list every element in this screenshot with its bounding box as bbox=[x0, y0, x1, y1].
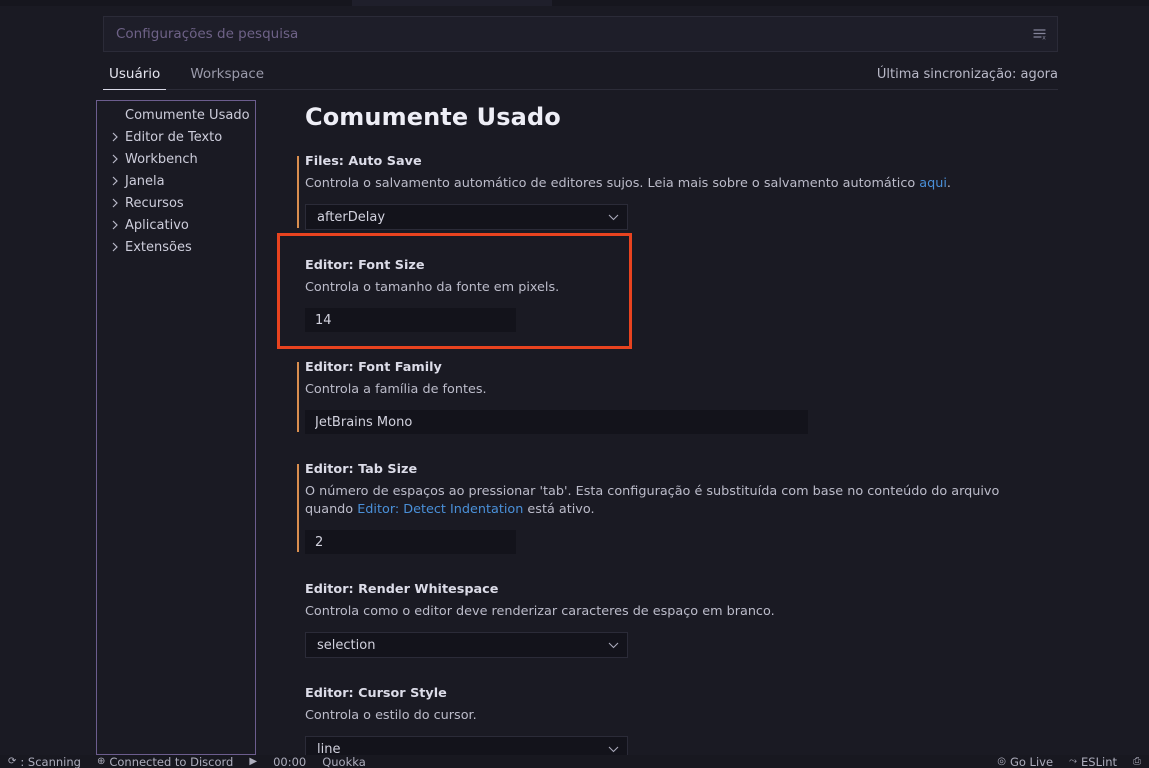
chevron-down-icon bbox=[608, 746, 619, 752]
toc-item-label: Janela bbox=[125, 173, 165, 189]
setting-title: Files: Auto Save bbox=[305, 154, 422, 169]
setting-editor-cursor-style: Editor: Cursor Style Controla o estilo d… bbox=[297, 686, 1057, 756]
status-item-label: 00:00 bbox=[273, 755, 307, 768]
bell-icon: ⎙ bbox=[1133, 755, 1141, 767]
sync-icon: ⟳ bbox=[8, 755, 17, 767]
font-family-input[interactable] bbox=[305, 410, 808, 434]
setting-title: Editor: Tab Size bbox=[305, 462, 418, 477]
setting-title: Editor: Font Family bbox=[305, 360, 442, 375]
toc-item-label: Extensões bbox=[125, 239, 192, 255]
modified-accent-bar bbox=[297, 362, 299, 432]
setting-description: O número de espaços ao pressionar 'tab'.… bbox=[305, 483, 1027, 519]
tab-workspace[interactable]: Workspace bbox=[184, 66, 270, 89]
toc-item-label: Recursos bbox=[125, 195, 184, 211]
settings-scope-tabs: Usuário Workspace Última sincronização: … bbox=[103, 58, 1058, 90]
chevron-down-icon bbox=[608, 214, 619, 220]
setting-description-tail: . bbox=[946, 176, 951, 191]
chevron-right-icon[interactable] bbox=[107, 173, 123, 189]
setting-description: Controla o tamanho da fonte em pixels. bbox=[305, 280, 560, 295]
status-item-label: Go Live bbox=[1009, 755, 1054, 768]
settings-list: Comumente Usado Files: Auto Save Control… bbox=[276, 94, 1066, 756]
setting-editor-tab-size: Editor: Tab Size O número de espaços ao … bbox=[297, 462, 1057, 554]
tab-size-input[interactable] bbox=[305, 530, 516, 554]
setting-editor-font-size: Editor: Font Size Controla o tamanho da … bbox=[297, 258, 1057, 332]
status-item-timer[interactable]: 00:00 bbox=[265, 755, 314, 768]
globe-icon: ⊕ bbox=[96, 755, 106, 767]
tab-usuario[interactable]: Usuário bbox=[103, 66, 167, 90]
chevron-right-icon[interactable] bbox=[107, 129, 123, 145]
setting-description-link[interactable]: aqui bbox=[919, 176, 947, 191]
toc-item-janela[interactable]: Janela bbox=[97, 170, 255, 192]
render-whitespace-dropdown[interactable]: selection bbox=[305, 632, 628, 658]
toc-item-comumente-usado[interactable]: Comumente Usado bbox=[97, 104, 255, 126]
eslint-icon: ⤳ bbox=[1069, 755, 1078, 767]
toc-item-workbench[interactable]: Workbench bbox=[97, 148, 255, 170]
settings-toc: Comumente Usado Editor de Texto Workbenc… bbox=[96, 100, 256, 755]
search-settings-box[interactable]: x bbox=[103, 16, 1058, 52]
chevron-right-icon[interactable] bbox=[107, 239, 123, 255]
status-item-scanning[interactable]: ⟳ : Scanning bbox=[0, 755, 89, 768]
status-bar: ⟳ : Scanning ⊕ Connected to Discord ▶ 00… bbox=[0, 755, 1149, 768]
status-item-notifications[interactable]: ⎙ bbox=[1125, 755, 1149, 767]
setting-description: Controla a família de fontes. bbox=[305, 382, 487, 397]
status-item-label: : Scanning bbox=[20, 755, 81, 768]
toc-item-extensoes[interactable]: Extensões bbox=[97, 236, 255, 258]
status-item-label: Connected to Discord bbox=[109, 755, 234, 768]
setting-editor-render-whitespace: Editor: Render Whitespace Controla como … bbox=[297, 582, 1057, 658]
setting-title: Editor: Cursor Style bbox=[305, 686, 447, 701]
settings-header: x Usuário Workspace Última sincronização… bbox=[0, 6, 1149, 90]
modified-accent-bar bbox=[297, 464, 299, 552]
setting-description-text: Controla o salvamento automático de edit… bbox=[305, 176, 920, 191]
toc-item-aplicativo[interactable]: Aplicativo bbox=[97, 214, 255, 236]
setting-editor-font-family: Editor: Font Family Controla a família d… bbox=[297, 360, 1057, 434]
toc-item-label: Editor de Texto bbox=[125, 129, 223, 145]
status-item-discord[interactable]: ⊕ Connected to Discord bbox=[89, 755, 241, 768]
modified-accent-bar bbox=[297, 156, 299, 228]
status-item-go-live[interactable]: ◎ Go Live bbox=[989, 755, 1061, 768]
chevron-right-icon[interactable] bbox=[107, 195, 123, 211]
status-item-label: Quokka bbox=[322, 755, 366, 768]
broadcast-icon: ◎ bbox=[997, 755, 1006, 767]
status-item-quokka[interactable]: Quokka bbox=[314, 755, 374, 768]
font-size-input[interactable] bbox=[305, 308, 516, 332]
setting-files-auto-save: Files: Auto Save Controla o salvamento a… bbox=[297, 154, 1057, 230]
setting-description-tail: está ativo. bbox=[523, 502, 595, 517]
status-item-eslint[interactable]: ⤳ ESLint bbox=[1061, 755, 1125, 768]
setting-description: Controla o estilo do cursor. bbox=[305, 708, 477, 723]
render-whitespace-value: selection bbox=[317, 637, 376, 653]
search-input[interactable] bbox=[104, 17, 1023, 51]
toc-item-label: Aplicativo bbox=[125, 217, 189, 233]
setting-description: Controla o salvamento automático de edit… bbox=[305, 175, 1027, 193]
chevron-right-icon[interactable] bbox=[107, 217, 123, 233]
filter-clear-icon[interactable]: x bbox=[1023, 17, 1057, 51]
sync-status-label: Última sincronização: agora bbox=[876, 67, 1058, 82]
svg-text:x: x bbox=[1042, 35, 1046, 41]
toc-item-label: Comumente Usado bbox=[125, 107, 250, 123]
setting-description: Controla como o editor deve renderizar c… bbox=[305, 604, 775, 619]
setting-title: Editor: Render Whitespace bbox=[305, 582, 499, 597]
chevron-down-icon bbox=[608, 642, 619, 648]
cursor-style-value: line bbox=[317, 741, 341, 757]
auto-save-dropdown[interactable]: afterDelay bbox=[305, 204, 628, 230]
setting-description-link[interactable]: Editor: Detect Indentation bbox=[357, 502, 523, 517]
cursor-style-dropdown[interactable]: line bbox=[305, 736, 628, 756]
status-item-play[interactable]: ▶ bbox=[241, 755, 265, 767]
page-title: Comumente Usado bbox=[305, 103, 561, 131]
toc-item-label: Workbench bbox=[125, 151, 198, 167]
status-item-label: ESLint bbox=[1081, 755, 1117, 768]
chevron-right-icon[interactable] bbox=[107, 151, 123, 167]
auto-save-value: afterDelay bbox=[317, 209, 386, 225]
play-icon: ▶ bbox=[249, 755, 258, 767]
toc-item-recursos[interactable]: Recursos bbox=[97, 192, 255, 214]
setting-title: Editor: Font Size bbox=[305, 258, 425, 273]
toc-item-editor-de-texto[interactable]: Editor de Texto bbox=[97, 126, 255, 148]
